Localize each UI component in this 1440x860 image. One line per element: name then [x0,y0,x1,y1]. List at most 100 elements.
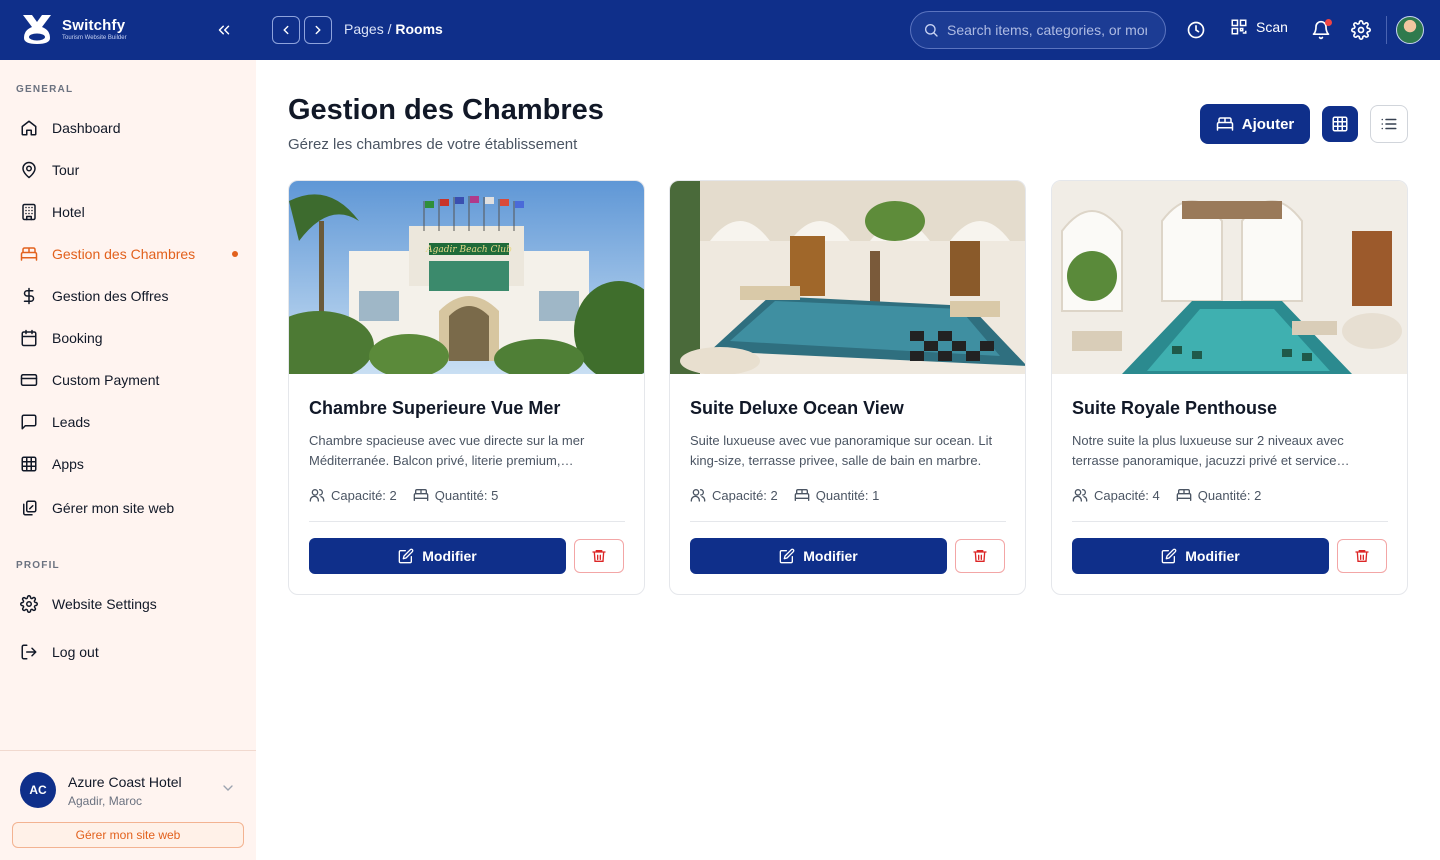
hotel-switcher-button[interactable] [220,780,236,796]
collapse-sidebar-button[interactable] [212,18,236,42]
breadcrumb-current: Rooms [395,21,443,37]
grid-view-toggle[interactable] [1322,106,1358,142]
users-icon [690,489,706,502]
chevron-down-icon [223,785,233,791]
room-capacity: Capacité: 2 [309,487,397,503]
edit-room-label: Modifier [1185,548,1240,564]
forward-button[interactable] [304,16,332,44]
breadcrumb-parent[interactable]: Pages / [344,21,391,37]
sidebar-item-label: Website Settings [52,596,157,612]
building-icon [22,203,36,221]
list-view-toggle[interactable] [1370,105,1408,143]
map-pin-icon [22,161,36,179]
room-description: Chambre spacieuse avec vue directe sur l… [309,433,585,468]
beach-club-sign: Agadir Beach Club [425,245,512,255]
room-meta: Capacité: 2 Quantité: 5 [309,487,498,503]
room-capacity-text: Capacité: 2 [712,487,778,503]
sidebar-item-label: Gestion des Chambres [52,246,196,262]
sidebar-item-label: Tour [52,162,80,178]
room-capacity: Capacité: 4 [1072,487,1160,503]
room-quantity: Quantité: 5 [413,487,499,503]
qr-code-icon [1231,19,1247,35]
trash-icon [973,550,987,562]
room-meta: Capacité: 4 Quantité: 2 [1072,487,1261,503]
sidebar-item-label: Leads [52,414,91,430]
notifications-button[interactable] [1309,18,1333,42]
sidebar-section-profil: PROFIL [16,560,60,571]
delete-room-button[interactable] [955,539,1005,573]
grid-icon [21,456,37,472]
delete-room-button[interactable] [1337,539,1387,573]
top-bar: Switchfy Tourism Website Builder Pages /… [0,0,1440,60]
bed-icon [413,489,429,501]
sidebar-item-gestion-des-offres[interactable]: Gestion des Offres [20,284,240,308]
list-icon [1381,118,1397,130]
brand-tagline: Tourism Website Builder [62,35,127,41]
breadcrumb: Pages / Rooms [344,21,443,37]
gear-icon [20,595,38,613]
sidebar-item-website-settings[interactable]: Website Settings [20,592,240,616]
delete-room-button[interactable] [574,539,624,573]
room-quantity-text: Quantité: 5 [434,487,499,503]
edit-room-label: Modifier [422,548,477,564]
add-room-label: Ajouter [1241,115,1295,133]
user-avatar[interactable] [1396,16,1424,44]
search-icon [925,24,938,37]
sidebar-item-gestion-des-chambres[interactable]: Gestion des Chambres [20,242,240,266]
history-button[interactable] [1184,18,1208,42]
bed-icon [794,489,810,501]
room-description: Suite luxueuse avec vue panoramique sur … [690,433,993,468]
sidebar-item-label: Apps [52,456,84,472]
sidebar-item-custom-payment[interactable]: Custom Payment [20,368,240,392]
card-divider [690,521,1006,522]
room-capacity-text: Capacité: 4 [1094,487,1160,503]
sidebar-item-label: Hotel [52,204,85,220]
sidebar-item-apps[interactable]: Apps [20,452,240,476]
sidebar-item-leads[interactable]: Leads [20,410,240,434]
bed-icon [1176,489,1192,501]
edit-room-button[interactable]: Modifier [309,538,566,574]
scan-button[interactable]: Scan [1230,18,1288,36]
room-card: Suite Deluxe Ocean View Suite luxueuse a… [669,180,1026,595]
hotel-avatar: AC [20,772,56,808]
edit-room-button[interactable]: Modifier [690,538,947,574]
room-meta: Capacité: 2 Quantité: 1 [690,487,879,503]
add-room-button[interactable]: Ajouter [1200,104,1310,144]
sidebar-item-log-out[interactable]: Log out [20,640,240,664]
search-input[interactable] [947,22,1147,38]
edit-room-button[interactable]: Modifier [1072,538,1329,574]
room-quantity-text: Quantité: 1 [815,487,880,503]
dollar-icon [23,287,35,305]
back-button[interactable] [272,16,300,44]
home-icon [21,120,37,136]
bed-icon [1216,117,1233,131]
brand[interactable]: Switchfy Tourism Website Builder [20,12,127,46]
room-description: Notre suite la plus luxueuse sur 2 nivea… [1072,433,1344,468]
edit-icon [1161,548,1177,564]
sidebar-item-label: Gestion des Offres [52,288,169,304]
brand-name: Switchfy [62,17,126,34]
sidebar: GENERAL Dashboard Tour Hotel Gestion des… [0,60,256,860]
page-title: Gestion des Chambres [288,94,604,126]
sidebar-item-label: Log out [52,644,99,660]
manage-site-button[interactable]: Gérer mon site web [12,822,244,848]
sidebar-item-dashboard[interactable]: Dashboard [20,116,240,140]
edit-icon [779,548,795,564]
edit-room-label: Modifier [803,548,858,564]
sidebar-item-gerer-mon-site-web[interactable]: Gérer mon site web [20,496,240,520]
page-subtitle: Gérez les chambres de votre établissemen… [288,136,578,153]
sidebar-item-tour[interactable]: Tour [20,158,240,182]
hotel-location: Agadir, Maroc [68,794,143,808]
copy-icon [23,500,37,516]
sidebar-item-booking[interactable]: Booking [20,326,240,350]
sidebar-item-label: Dashboard [52,120,121,136]
sidebar-item-hotel[interactable]: Hotel [20,200,240,224]
room-capacity-text: Capacité: 2 [331,487,397,503]
active-indicator-dot [232,251,238,257]
settings-button[interactable] [1349,18,1373,42]
search-box [910,11,1166,49]
hotel-name: Azure Coast Hotel [68,774,182,790]
card-divider [309,521,625,522]
history-nav [272,16,332,44]
sidebar-item-label: Gérer mon site web [52,500,175,516]
